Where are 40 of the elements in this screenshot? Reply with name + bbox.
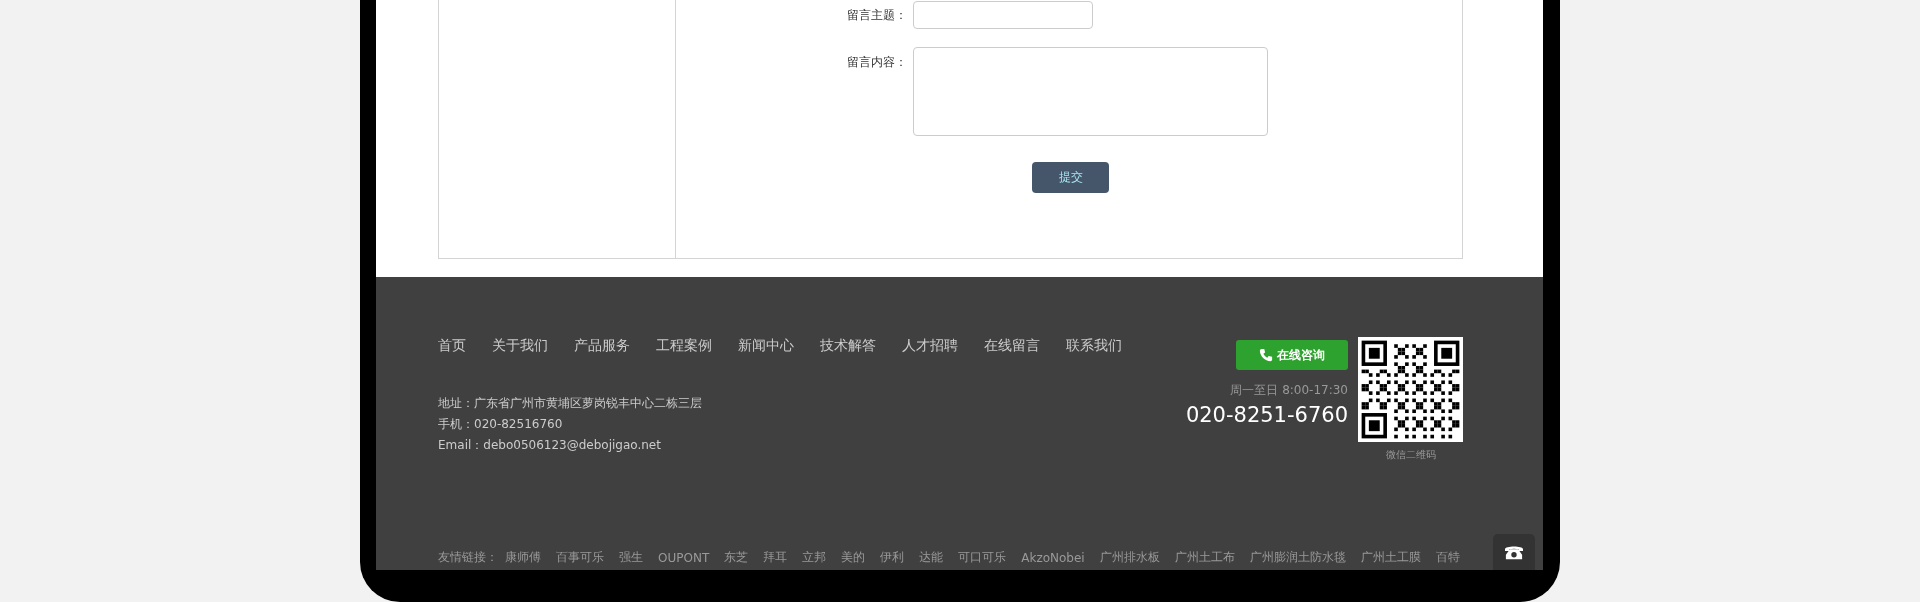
friend-link[interactable]: 广州排水板 (1099, 549, 1160, 566)
friend-link[interactable]: 可口可乐 (958, 549, 1007, 566)
phone-float-button[interactable] (1493, 534, 1535, 570)
submit-button[interactable]: 提交 (1032, 162, 1109, 193)
friend-link[interactable]: 广州土工膜 (1360, 549, 1421, 566)
friend-link[interactable]: 东芝 (724, 549, 749, 566)
friend-link[interactable]: 广州土工布 (1174, 549, 1235, 566)
footer-nav-link[interactable]: 首页 (438, 337, 466, 355)
online-consult-button[interactable]: 在线咨询 (1236, 340, 1348, 370)
links-label: 友情链接： (438, 549, 498, 566)
footer-nav-link[interactable]: 产品服务 (574, 337, 630, 355)
message-content-field[interactable] (913, 47, 1268, 136)
subject-field[interactable] (913, 1, 1093, 29)
friend-link[interactable]: OUPONT (658, 550, 710, 565)
hours-text: 周一至日 8:00-17:30 (1230, 382, 1348, 399)
friend-link[interactable]: 立邦 (802, 549, 827, 566)
footer-nav-link[interactable]: 在线留言 (984, 337, 1040, 355)
friend-link[interactable]: AkzoNobei (1021, 550, 1085, 565)
footer-nav-link[interactable]: 人才招聘 (902, 337, 958, 355)
contact-text: 地址：广东省广州市黄埔区萝岗锐丰中心二栋三层 (438, 395, 703, 412)
friend-link[interactable]: 美的 (841, 549, 866, 566)
footer-nav-link[interactable]: 新闻中心 (738, 337, 794, 355)
footer-nav-link[interactable]: 工程案例 (656, 337, 712, 355)
friend-link[interactable]: 广州膨润土防水毯 (1249, 549, 1346, 566)
friend-link[interactable]: 康师傅 (505, 549, 541, 566)
footer-nav-link[interactable]: 关于我们 (492, 337, 548, 355)
footer-nav-link[interactable]: 技术解答 (820, 337, 876, 355)
friend-link[interactable]: 拜耳 (763, 549, 788, 566)
friend-link[interactable]: 达能 (919, 549, 944, 566)
friend-link[interactable]: 强生 (619, 549, 643, 566)
field-label: 留言主题： (846, 7, 908, 24)
friend-link[interactable]: 百特 (1435, 549, 1460, 566)
friend-link[interactable]: 百事可乐 (556, 549, 604, 566)
contact-text: 手机：020-82516760 (438, 416, 564, 433)
contact-text: Email：debo0506123@debojigao.net (438, 437, 662, 454)
footer-nav-link[interactable]: 联系我们 (1066, 337, 1122, 355)
field-label: 留言内容： (846, 54, 908, 71)
friend-link[interactable]: 伊利 (880, 549, 905, 566)
phone-number: 020-8251-6760 (1185, 403, 1348, 427)
phone-icon (1259, 348, 1273, 362)
